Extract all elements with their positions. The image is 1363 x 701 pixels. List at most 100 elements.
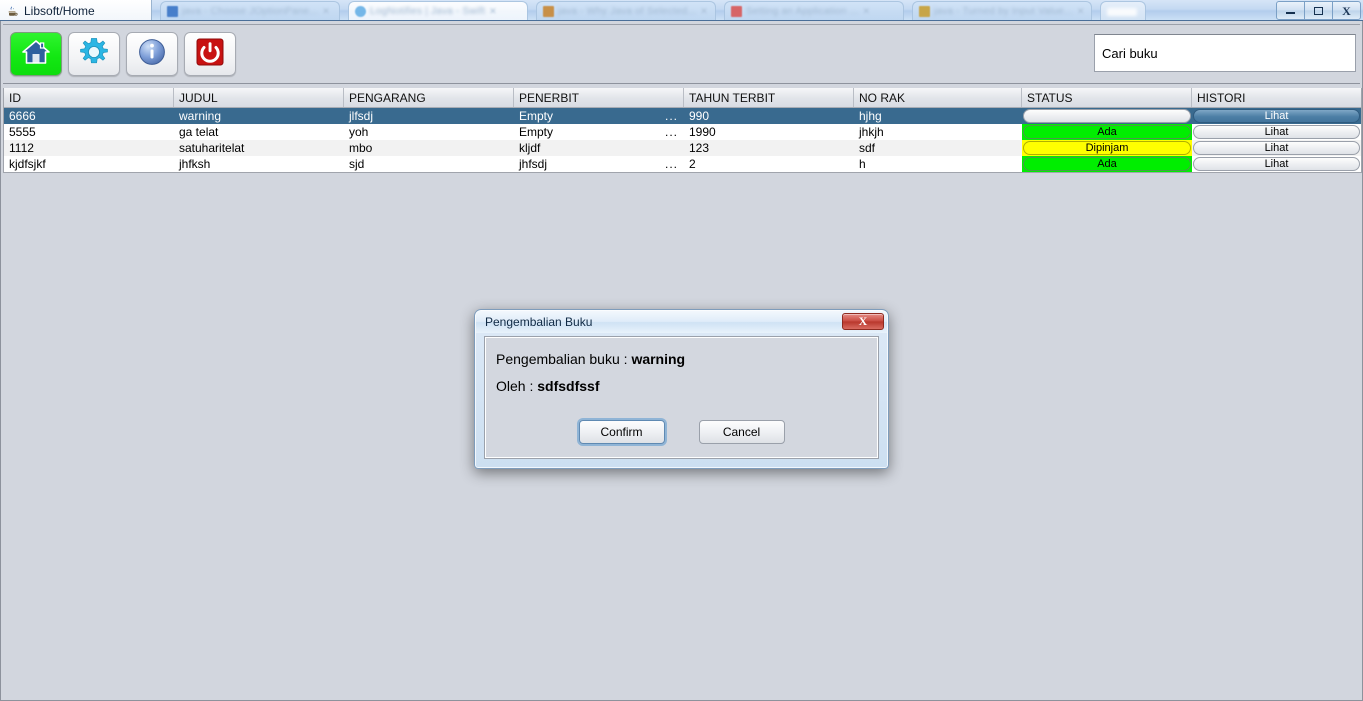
dialog-body: Pengembalian buku : warning Oleh : sdfsd… xyxy=(484,336,879,459)
dialog-book-value: warning xyxy=(631,351,686,367)
status-button[interactable]: Dipinjam xyxy=(1023,141,1191,155)
status-cell-wrapper: Ada xyxy=(1022,124,1192,140)
home-icon xyxy=(21,38,51,71)
power-button[interactable] xyxy=(184,32,236,76)
close-button[interactable]: X xyxy=(1332,1,1361,20)
cell-tahun-terbit: 123 xyxy=(689,141,710,155)
cell-tahun-terbit: 990 xyxy=(689,109,710,123)
tab-close-icon[interactable]: ✕ xyxy=(489,6,497,17)
column-header-histori[interactable]: HISTORI xyxy=(1192,88,1361,107)
app-titlebar-tab[interactable]: Libsoft/Home xyxy=(0,0,152,20)
column-header-pengarang[interactable]: PENGARANG xyxy=(344,88,514,107)
background-tab-label: LogNotifies | Java - Swift xyxy=(370,6,486,17)
cell-penerbit: Empty ... xyxy=(514,124,684,140)
truncation-ellipsis: ... xyxy=(664,109,678,123)
tab-close-icon[interactable]: ✕ xyxy=(322,6,330,17)
cell-no-rak: sdf xyxy=(859,141,876,155)
table-row[interactable]: 6666 warning jlfsdj Empty ... 990 hjhg L… xyxy=(4,108,1361,124)
background-tab[interactable]: java - Turned by Input Value... ✕ xyxy=(912,1,1092,20)
background-tab[interactable]: java - Why Java of Selected... ✕ xyxy=(536,1,716,20)
cell-status: Dipinjam xyxy=(1022,140,1192,156)
status-cell-wrapper xyxy=(1022,108,1192,124)
cell-pengarang: jlfsdj xyxy=(349,109,374,123)
histori-button[interactable]: Lihat xyxy=(1193,109,1360,123)
cell-id: 5555 xyxy=(9,125,36,139)
cell-histori: Lihat xyxy=(1192,140,1361,156)
cell-judul: warning xyxy=(179,109,222,123)
cell-status: Ada xyxy=(1022,156,1192,172)
application-window: ID JUDUL PENGARANG PENERBIT TAHUN TERBIT… xyxy=(0,21,1363,701)
cell-penerbit-text: jhfsdj xyxy=(519,157,548,171)
dialog-borrower-line: Oleh : sdfsdfssf xyxy=(485,378,878,394)
tab-favicon-icon xyxy=(355,6,366,17)
tab-favicon-icon xyxy=(919,6,930,17)
cell-id: 1112 xyxy=(9,141,34,155)
dialog-book-label: Pengembalian buku : xyxy=(496,351,628,367)
cell-pengarang: mbo xyxy=(349,141,373,155)
maximize-button[interactable] xyxy=(1304,1,1333,20)
cell-status: Ada xyxy=(1022,124,1192,140)
cell-tahun-terbit: 2 xyxy=(689,157,696,171)
table-row[interactable]: kjdfsjkf jhfksh sjd jhfsdj ... 2 h Ada L… xyxy=(4,156,1361,172)
table-row[interactable]: 1112 satuharitelat mbo kljdf 123 sdf Dip… xyxy=(4,140,1361,156)
histori-cell-wrapper: Lihat xyxy=(1192,108,1361,124)
books-table: ID JUDUL PENGARANG PENERBIT TAHUN TERBIT… xyxy=(3,88,1362,173)
background-tab-label: Setting an Application ... xyxy=(746,6,859,17)
column-header-no-rak[interactable]: NO RAK xyxy=(854,88,1022,107)
minimize-button[interactable] xyxy=(1276,1,1305,20)
column-header-id[interactable]: ID xyxy=(4,88,174,107)
tab-close-icon[interactable]: ✕ xyxy=(1077,6,1085,17)
home-button[interactable] xyxy=(10,32,62,76)
cell-penerbit: Empty ... xyxy=(514,108,684,124)
tab-favicon-icon xyxy=(731,6,742,17)
cell-judul: jhfksh xyxy=(179,157,211,171)
cell-tahun-terbit: 1990 xyxy=(689,125,716,139)
maximize-icon xyxy=(1314,6,1323,15)
status-button[interactable]: Ada xyxy=(1023,157,1191,171)
info-icon xyxy=(137,37,167,72)
histori-button[interactable]: Lihat xyxy=(1193,157,1360,171)
info-button[interactable] xyxy=(126,32,178,76)
histori-button[interactable]: Lihat xyxy=(1193,141,1360,155)
background-tab[interactable]: LogNotifies | Java - Swift ✕ xyxy=(348,1,528,20)
confirm-button[interactable]: Confirm xyxy=(578,420,665,444)
dialog-book-line: Pengembalian buku : warning xyxy=(485,351,878,367)
truncation-ellipsis: ... xyxy=(664,125,678,139)
cell-no-rak: h xyxy=(859,157,866,171)
column-header-penerbit[interactable]: PENERBIT xyxy=(514,88,684,107)
window-caption-buttons: X xyxy=(1276,1,1361,20)
background-tab[interactable]: java - Choose JOptionPane... ✕ xyxy=(160,1,340,20)
truncation-ellipsis: ... xyxy=(664,157,678,171)
cell-penerbit-text: Empty xyxy=(519,125,554,139)
tab-close-icon[interactable]: ✕ xyxy=(863,6,871,17)
dialog-borrower-label: Oleh : xyxy=(496,378,534,394)
settings-button[interactable] xyxy=(68,32,120,76)
cell-pengarang: sjd xyxy=(349,157,365,171)
cancel-button[interactable]: Cancel xyxy=(698,420,785,444)
gear-icon xyxy=(79,37,109,72)
table-header-row: ID JUDUL PENGARANG PENERBIT TAHUN TERBIT… xyxy=(4,88,1361,108)
status-button[interactable]: Ada xyxy=(1023,125,1191,139)
status-button[interactable] xyxy=(1023,109,1191,123)
cell-penerbit: kljdf xyxy=(519,141,541,155)
search-input[interactable] xyxy=(1094,34,1356,72)
column-header-status[interactable]: STATUS xyxy=(1022,88,1192,107)
app-title: Libsoft/Home xyxy=(24,3,95,18)
pengembalian-buku-dialog: Pengembalian Buku X Pengembalian buku : … xyxy=(474,309,889,469)
new-tab-icon xyxy=(1107,7,1137,16)
new-tab-button[interactable] xyxy=(1100,1,1146,20)
close-icon: X xyxy=(1342,3,1351,18)
cell-no-rak: hjhg xyxy=(859,109,882,123)
column-header-tahun-terbit[interactable]: TAHUN TERBIT xyxy=(684,88,854,107)
dialog-close-button[interactable]: X xyxy=(842,313,884,330)
cell-histori: Lihat xyxy=(1192,108,1361,124)
column-header-judul[interactable]: JUDUL xyxy=(174,88,344,107)
histori-button[interactable]: Lihat xyxy=(1193,125,1360,139)
cell-no-rak: jhkjh xyxy=(859,125,884,139)
table-row[interactable]: 5555 ga telat yoh Empty ... 1990 jhkjh A… xyxy=(4,124,1361,140)
status-cell-wrapper: Ada xyxy=(1022,156,1192,172)
cell-judul: ga telat xyxy=(179,125,219,139)
dialog-titlebar[interactable]: Pengembalian Buku X xyxy=(476,311,887,333)
tab-close-icon[interactable]: ✕ xyxy=(700,6,708,17)
background-tab[interactable]: Setting an Application ... ✕ xyxy=(724,1,904,20)
